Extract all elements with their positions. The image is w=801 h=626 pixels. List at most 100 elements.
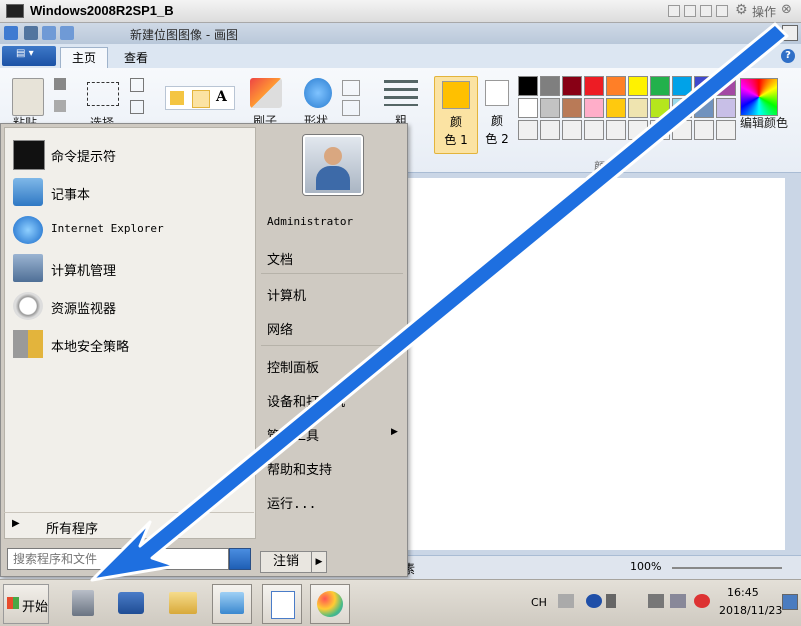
all-programs-button[interactable]: ▶ 所有程序 <box>4 514 254 540</box>
save-icon[interactable] <box>24 26 38 40</box>
vm-fullscreen-icon[interactable] <box>700 5 712 17</box>
shutdown-options-icon[interactable]: ▶ <box>311 551 327 573</box>
resize-icon[interactable] <box>130 100 144 114</box>
paint-close-icon[interactable] <box>782 25 798 41</box>
logoff-button[interactable]: 注销 <box>260 551 312 573</box>
program-item-resource-monitor[interactable]: 资源监视器 <box>5 288 255 324</box>
place-network[interactable]: 网络 <box>267 319 293 338</box>
outline-icon[interactable] <box>342 80 360 96</box>
network-icon[interactable] <box>670 594 686 608</box>
palette-swatch[interactable] <box>584 120 604 140</box>
show-desktop-button[interactable] <box>782 594 798 610</box>
paint-app-icon[interactable] <box>4 26 18 40</box>
start-button[interactable]: 开始 <box>3 584 49 624</box>
palette-swatch[interactable] <box>562 120 582 140</box>
shapes-button[interactable] <box>304 78 332 108</box>
place-run[interactable]: 运行... <box>267 493 316 512</box>
volume-muted-icon[interactable] <box>694 594 710 608</box>
text-tool-icon[interactable]: A <box>216 89 227 105</box>
palette-swatch[interactable] <box>716 76 736 96</box>
vm-ops-menu[interactable]: 操作 <box>752 3 776 20</box>
taskbar-powershell[interactable] <box>112 584 150 622</box>
program-item-security-policy[interactable]: 本地安全策略 <box>5 326 255 362</box>
palette-swatch[interactable] <box>694 76 714 96</box>
fill-icon[interactable] <box>192 90 210 108</box>
palette-swatch[interactable] <box>628 120 648 140</box>
avatar[interactable] <box>303 135 363 195</box>
vm-close-box-icon[interactable] <box>716 5 728 17</box>
place-devices[interactable]: 设备和打印机 <box>267 391 345 410</box>
place-control-panel[interactable]: 控制面板 <box>267 357 319 376</box>
chevron-up-icon[interactable] <box>632 594 640 608</box>
place-user[interactable]: Administrator <box>267 215 353 228</box>
palette-swatch[interactable] <box>628 76 648 96</box>
palette-swatch[interactable] <box>562 76 582 96</box>
taskbar-explorer[interactable] <box>164 584 202 622</box>
file-menu-button[interactable]: ▤ ▾ <box>2 46 56 66</box>
palette-swatch[interactable] <box>650 98 670 118</box>
keyboard-icon[interactable] <box>558 594 574 608</box>
palette-swatch[interactable] <box>562 98 582 118</box>
redo-icon[interactable] <box>60 26 74 40</box>
palette-swatch[interactable] <box>518 120 538 140</box>
place-computer[interactable]: 计算机 <box>267 285 306 304</box>
color1-button[interactable]: 颜 色 1 <box>434 76 478 154</box>
color2-button[interactable]: 颜 色 2 <box>482 76 512 152</box>
palette-swatch[interactable] <box>694 120 714 140</box>
size-button[interactable] <box>384 80 418 106</box>
palette-swatch[interactable] <box>540 76 560 96</box>
palette-swatch[interactable] <box>628 98 648 118</box>
palette-swatch[interactable] <box>694 98 714 118</box>
palette-swatch[interactable] <box>606 76 626 96</box>
help-tray-icon[interactable] <box>586 594 602 608</box>
taskbar-paint[interactable] <box>310 584 350 624</box>
crop-icon[interactable] <box>130 78 144 92</box>
pencil-icon[interactable] <box>170 91 184 105</box>
clock-time[interactable]: 16:45 <box>727 586 759 599</box>
tray-options-icon[interactable] <box>606 594 616 608</box>
edit-colors-button[interactable] <box>740 78 778 116</box>
close-icon[interactable]: ⊗ <box>781 2 792 17</box>
palette-swatch[interactable] <box>672 98 692 118</box>
taskbar-server-manager[interactable] <box>64 584 102 622</box>
place-help[interactable]: 帮助和支持 <box>267 459 332 478</box>
palette-swatch[interactable] <box>672 76 692 96</box>
search-input[interactable] <box>11 550 227 568</box>
place-documents[interactable]: 文档 <box>267 249 293 268</box>
program-item-computer-management[interactable]: 计算机管理 <box>5 250 255 286</box>
palette-swatch[interactable] <box>650 120 670 140</box>
select-button[interactable] <box>87 82 119 106</box>
palette-swatch[interactable] <box>518 98 538 118</box>
taskbar-wordpad[interactable] <box>262 584 302 624</box>
palette-swatch[interactable] <box>606 98 626 118</box>
zoom-slider[interactable] <box>672 567 782 569</box>
copy-icon[interactable] <box>54 100 66 112</box>
palette-swatch[interactable] <box>716 120 736 140</box>
paste-button[interactable] <box>12 78 44 116</box>
palette-swatch[interactable] <box>518 76 538 96</box>
tab-view[interactable]: 查看 <box>114 48 158 68</box>
tab-home[interactable]: 主页 <box>60 47 108 70</box>
search-field[interactable] <box>7 548 229 570</box>
palette-swatch[interactable] <box>584 98 604 118</box>
program-item-ie[interactable]: Internet Explorer <box>5 212 255 248</box>
language-indicator[interactable]: CH <box>531 596 547 609</box>
palette-swatch[interactable] <box>716 98 736 118</box>
gear-icon[interactable]: ⚙ <box>735 2 748 18</box>
palette-swatch[interactable] <box>606 120 626 140</box>
palette-swatch[interactable] <box>650 76 670 96</box>
undo-icon[interactable] <box>42 26 56 40</box>
search-icon[interactable] <box>229 548 251 570</box>
palette-swatch[interactable] <box>584 76 604 96</box>
clock-date[interactable]: 2018/11/23 <box>719 604 782 617</box>
taskbar-remote-desktop[interactable] <box>212 584 252 624</box>
program-item-notepad[interactable]: 记事本 <box>5 174 255 210</box>
cut-icon[interactable] <box>54 78 66 90</box>
shape-fill-icon[interactable] <box>342 100 360 116</box>
help-icon[interactable]: ? <box>781 49 795 63</box>
palette-swatch[interactable] <box>540 120 560 140</box>
palette-swatch[interactable] <box>672 120 692 140</box>
vm-minimize-icon[interactable] <box>668 5 680 17</box>
brush-button[interactable] <box>250 78 282 108</box>
place-admin-tools[interactable]: 管理工具 <box>267 425 319 444</box>
